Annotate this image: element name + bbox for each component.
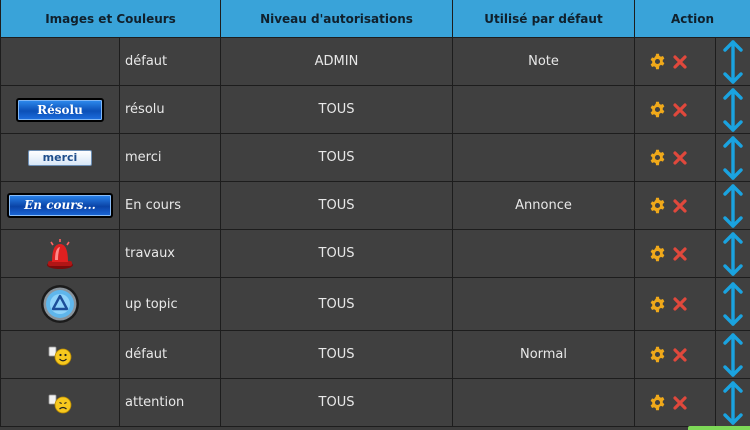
up-down-arrow-icon[interactable] <box>722 183 744 228</box>
move-cell <box>714 378 750 427</box>
tag-level: TOUS <box>220 330 453 379</box>
tag-name: défaut <box>119 37 221 86</box>
header-default-use: Utilisé par défaut <box>452 0 635 38</box>
table-row: Résolu résolu TOUS <box>0 85 750 134</box>
tag-level: TOUS <box>220 277 453 331</box>
gear-icon[interactable] <box>649 101 666 118</box>
tag-image-cell <box>0 277 120 331</box>
gear-icon[interactable] <box>649 245 666 262</box>
close-icon[interactable] <box>673 297 687 311</box>
row-actions <box>634 229 716 278</box>
tag-level: TOUS <box>220 85 453 134</box>
gear-icon[interactable] <box>649 296 666 313</box>
header-images: Images et Couleurs <box>0 0 221 38</box>
tag-image-cell: merci <box>0 133 120 182</box>
table-row: défaut TOUS Normal <box>0 330 750 379</box>
tag-level: ADMIN <box>220 37 453 86</box>
table-row: travaux TOUS <box>0 229 750 278</box>
up-down-arrow-icon[interactable] <box>722 135 744 180</box>
gear-icon[interactable] <box>649 149 666 166</box>
tag-level: TOUS <box>220 229 453 278</box>
close-icon[interactable] <box>673 150 687 165</box>
table-row: up topic TOUS <box>0 277 750 331</box>
table-row: merci merci TOUS <box>0 133 750 182</box>
tag-level: TOUS <box>220 181 453 230</box>
tag-name: attention <box>119 378 221 427</box>
up-down-arrow-icon[interactable] <box>722 282 744 326</box>
table-header-row: Images et Couleurs Niveau d'autorisation… <box>0 0 750 38</box>
gear-icon[interactable] <box>649 346 666 363</box>
worried-smiley-icon <box>47 392 73 414</box>
tag-default: Note <box>452 37 635 86</box>
up-down-arrow-icon[interactable] <box>722 39 744 84</box>
row-actions <box>634 85 716 134</box>
header-level: Niveau d'autorisations <box>220 0 453 38</box>
tag-default: Annonce <box>452 181 635 230</box>
up-button-icon <box>40 284 80 324</box>
row-actions <box>634 181 716 230</box>
close-icon[interactable] <box>673 102 687 117</box>
tag-default <box>452 277 635 331</box>
gear-icon[interactable] <box>649 53 666 70</box>
merci-tag-image: merci <box>28 149 92 166</box>
move-cell <box>714 85 750 134</box>
tag-image-cell <box>0 330 120 379</box>
tag-name: travaux <box>119 229 221 278</box>
tag-image-cell <box>0 378 120 427</box>
tag-image-cell: Résolu <box>0 85 120 134</box>
row-actions <box>634 330 716 379</box>
up-down-arrow-icon[interactable] <box>722 231 744 276</box>
move-cell <box>714 37 750 86</box>
tag-default <box>452 133 635 182</box>
up-down-arrow-icon[interactable] <box>722 332 744 377</box>
tag-name: En cours <box>119 181 221 230</box>
tag-name: résolu <box>119 85 221 134</box>
tag-name: merci <box>119 133 221 182</box>
tag-level: TOUS <box>220 378 453 427</box>
table-row: défaut ADMIN Note <box>0 37 750 86</box>
tag-image-cell <box>0 37 120 86</box>
row-actions <box>634 133 716 182</box>
row-actions <box>634 378 716 427</box>
tag-image-cell <box>0 229 120 278</box>
close-icon[interactable] <box>673 246 687 261</box>
move-cell <box>714 277 750 331</box>
close-icon[interactable] <box>673 395 687 410</box>
close-icon[interactable] <box>673 54 687 69</box>
tag-image-cell: En cours... <box>0 181 120 230</box>
gear-icon[interactable] <box>649 197 666 214</box>
en-cours-tag-image: En cours... <box>7 193 113 218</box>
up-down-arrow-icon[interactable] <box>722 380 744 425</box>
close-icon[interactable] <box>673 198 687 213</box>
row-actions <box>634 37 716 86</box>
tag-level: TOUS <box>220 133 453 182</box>
smiley-icon <box>47 344 73 366</box>
move-cell <box>714 133 750 182</box>
table-row: attention TOUS <box>0 378 750 427</box>
row-actions <box>634 277 716 331</box>
move-cell <box>714 181 750 230</box>
tag-default: Normal <box>452 330 635 379</box>
move-cell <box>714 330 750 379</box>
tag-default <box>452 378 635 427</box>
tag-name: défaut <box>119 330 221 379</box>
tag-default <box>452 229 635 278</box>
table-row: En cours... En cours TOUS Annonce <box>0 181 750 230</box>
header-action: Action <box>633 0 750 38</box>
resolu-tag-image: Résolu <box>16 97 104 122</box>
scrollbar-thumb[interactable] <box>688 426 750 430</box>
gear-icon[interactable] <box>649 394 666 411</box>
up-down-arrow-icon[interactable] <box>722 87 744 132</box>
move-cell <box>714 229 750 278</box>
tag-name: up topic <box>119 277 221 331</box>
close-icon[interactable] <box>673 347 687 362</box>
siren-icon <box>45 238 75 270</box>
tag-default <box>452 85 635 134</box>
tags-table: Images et Couleurs Niveau d'autorisation… <box>0 0 750 427</box>
